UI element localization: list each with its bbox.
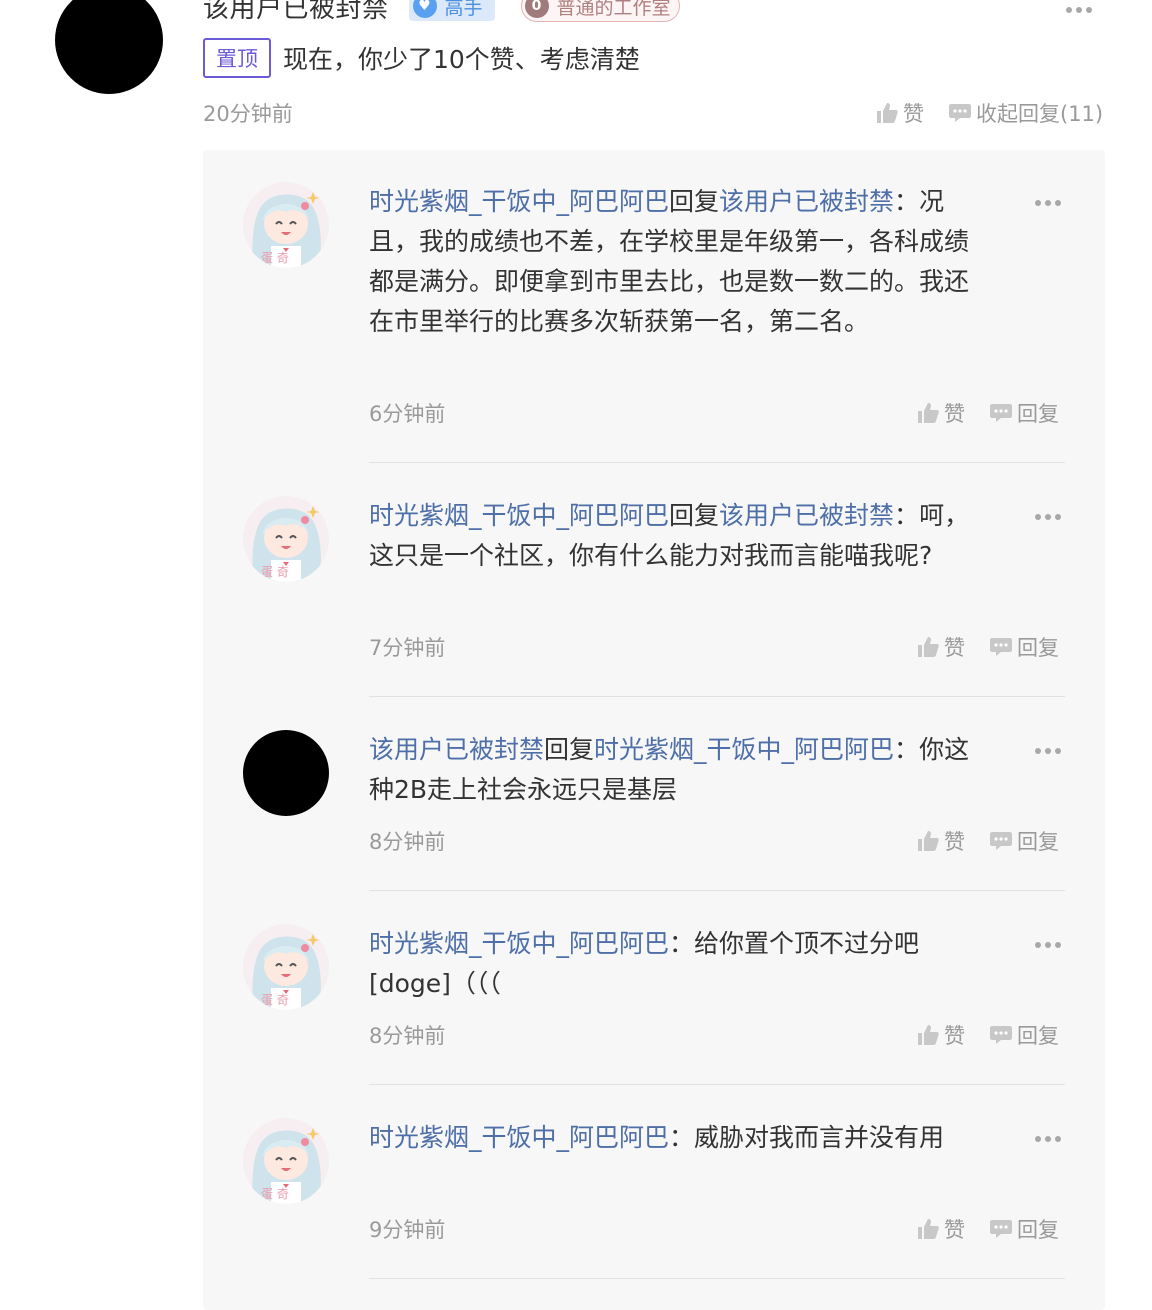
reply-colon: ： — [669, 1123, 695, 1152]
reply-like-button[interactable]: 赞 — [916, 398, 965, 428]
reply-avatar[interactable] — [243, 182, 329, 268]
reply-reply-label: 回复 — [1017, 830, 1059, 854]
thumbs-up-icon — [916, 401, 940, 425]
anime-girl-avatar-icon — [243, 924, 329, 1010]
reply-colon: ： — [894, 501, 920, 530]
reply-target[interactable]: 时光紫烟_干饭中_阿巴阿巴 — [594, 735, 894, 764]
reply-author[interactable]: 该用户已被封禁 — [369, 735, 544, 764]
reply-colon: ： — [894, 187, 920, 216]
anime-girl-avatar-icon — [243, 496, 329, 582]
reply-more-icon[interactable] — [1035, 1129, 1061, 1149]
reply-reply-button[interactable]: 回复 — [989, 632, 1059, 662]
reply-author[interactable]: 时光紫烟_干饭中_阿巴阿巴 — [369, 187, 669, 216]
post-time: 20分钟前 — [203, 102, 293, 126]
reply-more-icon[interactable] — [1035, 507, 1061, 527]
anime-girl-avatar-icon — [243, 1118, 329, 1204]
reply-more-icon[interactable] — [1035, 935, 1061, 955]
reply-word: 回复 — [544, 735, 595, 764]
speech-bubble-icon — [989, 401, 1013, 425]
reply-reply-label: 回复 — [1017, 636, 1059, 660]
collapse-replies-button[interactable]: 收起回复(11) — [948, 98, 1103, 128]
post-like-label: 赞 — [903, 102, 924, 126]
speech-bubble-icon — [989, 1023, 1013, 1047]
speech-bubble-icon — [989, 635, 1013, 659]
post-more-icon[interactable] — [1066, 0, 1092, 20]
reply-like-label: 赞 — [944, 830, 965, 854]
reply-avatar[interactable] — [243, 1118, 329, 1204]
reply-text: 时光紫烟_干饭中_阿巴阿巴回复该用户已被封禁：呵，这只是一个社区，你有什么能力对… — [369, 496, 989, 576]
divider — [369, 462, 1065, 463]
reply-text: 时光紫烟_干饭中_阿巴阿巴：威胁对我而言并没有用 — [369, 1118, 989, 1158]
reply-colon: ： — [669, 929, 695, 958]
studio-name: 普通的工作室 — [556, 0, 671, 19]
studio-badge[interactable]: 0 普通的工作室 — [520, 0, 680, 22]
pinned-tag: 置顶 — [203, 38, 271, 78]
reply-avatar[interactable] — [243, 730, 329, 816]
reply-word: 回复 — [669, 187, 720, 216]
divider — [369, 1084, 1065, 1085]
thumbs-up-icon — [916, 1023, 940, 1047]
post-header: 该用户已被封禁 ♥ 高手 0 普通的工作室 — [203, 0, 680, 26]
reply-reply-button[interactable]: 回复 — [989, 1214, 1059, 1244]
speech-bubble-icon — [989, 829, 1013, 853]
thumbs-up-icon — [916, 635, 940, 659]
reply-reply-button[interactable]: 回复 — [989, 398, 1059, 428]
reply-text: 时光紫烟_干饭中_阿巴阿巴回复该用户已被封禁：况且，我的成绩也不差，在学校里是年… — [369, 182, 989, 342]
reply-time: 9分钟前 — [369, 1218, 446, 1242]
reply-more-icon[interactable] — [1035, 741, 1061, 761]
reply-text: 时光紫烟_干饭中_阿巴阿巴：给你置个顶不过分吧[doge]（（（ — [369, 924, 989, 1004]
reply-avatar[interactable] — [243, 496, 329, 582]
thumbs-up-icon — [875, 101, 899, 125]
post-like-button[interactable]: 赞 — [875, 98, 924, 128]
reply-like-label: 赞 — [944, 636, 965, 660]
post-content: 置顶 现在，你少了10个赞、考虑清楚 — [203, 38, 640, 78]
post-username[interactable]: 该用户已被封禁 — [203, 0, 389, 25]
speech-bubble-icon — [989, 1217, 1013, 1241]
divider — [369, 1278, 1065, 1279]
reply-time: 7分钟前 — [369, 636, 446, 660]
reply-colon: ： — [894, 735, 920, 764]
reply-like-button[interactable]: 赞 — [916, 632, 965, 662]
reply-like-label: 赞 — [944, 1024, 965, 1048]
reply-reply-label: 回复 — [1017, 1024, 1059, 1048]
reply-body: 威胁对我而言并没有用 — [694, 1123, 945, 1152]
reply-like-button[interactable]: 赞 — [916, 826, 965, 856]
reply-target[interactable]: 该用户已被封禁 — [719, 187, 894, 216]
reply-like-button[interactable]: 赞 — [916, 1020, 965, 1050]
reply-reply-button[interactable]: 回复 — [989, 826, 1059, 856]
divider — [369, 890, 1065, 891]
reply-author[interactable]: 时光紫烟_干饭中_阿巴阿巴 — [369, 501, 669, 530]
anime-girl-avatar-icon — [243, 182, 329, 268]
thumbs-up-icon — [916, 829, 940, 853]
reply-like-label: 赞 — [944, 1218, 965, 1242]
reply-time: 6分钟前 — [369, 402, 446, 426]
heart-shield-icon: ♥ — [412, 0, 437, 18]
reply-text: 该用户已被封禁回复时光紫烟_干饭中_阿巴阿巴：你这种2B走上社会永远只是基层 — [369, 730, 989, 810]
speech-bubble-icon — [948, 101, 972, 125]
divider — [369, 696, 1065, 697]
reply-time: 8分钟前 — [369, 830, 446, 854]
reply-target[interactable]: 该用户已被封禁 — [719, 501, 894, 530]
reply-word: 回复 — [669, 501, 720, 530]
studio-count: 0 — [524, 0, 549, 18]
reply-like-button[interactable]: 赞 — [916, 1214, 965, 1244]
reply-avatar[interactable] — [243, 924, 329, 1010]
reply-reply-label: 回复 — [1017, 402, 1059, 426]
user-avatar[interactable] — [55, 0, 163, 94]
thumbs-up-icon — [916, 1217, 940, 1241]
post-text: 现在，你少了10个赞、考虑清楚 — [283, 45, 640, 74]
reply-like-label: 赞 — [944, 402, 965, 426]
level-badge-label: 高手 — [444, 0, 483, 19]
reply-author[interactable]: 时光紫烟_干饭中_阿巴阿巴 — [369, 929, 669, 958]
reply-list: 时光紫烟_干饭中_阿巴阿巴回复该用户已被封禁：况且，我的成绩也不差，在学校里是年… — [203, 150, 1105, 1310]
reply-time: 8分钟前 — [369, 1024, 446, 1048]
level-badge: ♥ 高手 — [408, 0, 495, 21]
reply-reply-button[interactable]: 回复 — [989, 1020, 1059, 1050]
reply-reply-label: 回复 — [1017, 1218, 1059, 1242]
collapse-replies-label: 收起回复(11) — [976, 102, 1104, 126]
reply-more-icon[interactable] — [1035, 193, 1061, 213]
reply-author[interactable]: 时光紫烟_干饭中_阿巴阿巴 — [369, 1123, 669, 1152]
